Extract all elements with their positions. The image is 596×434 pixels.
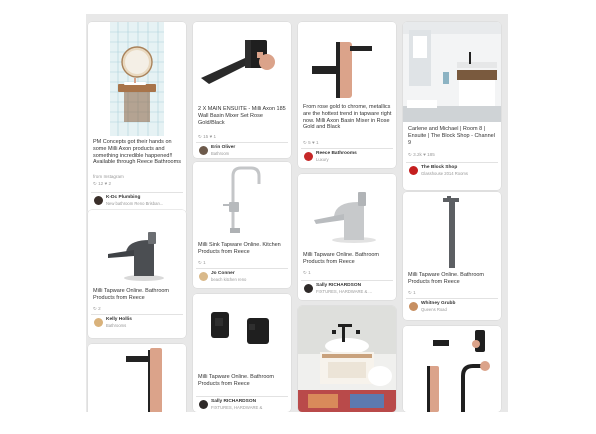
pinner-name[interactable]: Jo Conner xyxy=(211,271,235,276)
pin-card[interactable]: Milli Tapware Online. Bathroom Products … xyxy=(88,210,186,338)
pin-description: Milli Tapware Online. Bathroom Products … xyxy=(198,374,275,387)
pin-source[interactable]: from Instagram xyxy=(93,174,124,179)
pin-description: Milli Tapware Online. Bathroom Products … xyxy=(408,272,485,285)
pin-stats: ↻ 3.2k ♥ 185 xyxy=(408,152,435,157)
pin-card[interactable] xyxy=(403,326,501,412)
pin-image-ensuite-room[interactable] xyxy=(403,22,501,122)
avatar-icon[interactable] xyxy=(199,146,208,155)
board-name[interactable]: Bathrooms xyxy=(106,323,126,328)
pin-stats: ↻ 1 xyxy=(198,260,206,265)
avatar-icon[interactable] xyxy=(304,284,313,293)
board-name[interactable]: Bathroom xyxy=(211,151,229,156)
pinner-name[interactable]: Sally RICHARDSON xyxy=(316,283,361,288)
pin-attribution[interactable]: K-Dc Plumbing New bathroom Reno Brisban.… xyxy=(91,192,183,207)
pinner-name[interactable]: Erin Oliver xyxy=(211,145,235,150)
pin-stats: ↻ 15 ♥ 1 xyxy=(198,134,217,139)
avatar-icon[interactable] xyxy=(94,318,103,327)
pin-stats: ↻ 1 xyxy=(303,270,311,275)
pin-card[interactable]: Milli Sink Tapware Online. Kitchen Produ… xyxy=(193,162,291,288)
pin-attribution[interactable]: Whitney Grubb Queens Road xyxy=(406,298,498,313)
board-name[interactable]: Queens Road xyxy=(421,307,447,312)
pin-attribution[interactable]: Erin Oliver Bathroom xyxy=(196,142,288,157)
pin-image-bathroom-mirror[interactable] xyxy=(88,22,186,136)
pinner-name[interactable]: K-Dc Plumbing xyxy=(106,195,140,200)
avatar-icon[interactable] xyxy=(409,302,418,311)
pin-attribution[interactable]: Kelly Hollis Bathrooms xyxy=(91,314,183,329)
avatar-icon[interactable] xyxy=(199,272,208,281)
avatar-icon[interactable] xyxy=(304,152,313,161)
board-name[interactable]: FIXTURES, HARDWARE & ... xyxy=(316,289,372,294)
pinner-name[interactable]: Reece Bathrooms xyxy=(316,151,357,156)
pin-description: PM Concepts got their hands on some Mill… xyxy=(93,139,181,166)
pin-description: Milli Tapware Online. Bathroom Products … xyxy=(93,288,170,301)
pin-attribution[interactable]: Sally RICHARDSON FIXTURES, HARDWARE & xyxy=(196,396,288,411)
avatar-icon[interactable] xyxy=(199,400,208,409)
pin-description: 2 X MAIN ENSUITE - Milli Axon 185 Wall B… xyxy=(198,106,286,126)
pinner-name[interactable]: Whitney Grubb xyxy=(421,301,455,306)
pin-stats: ↻ 1 xyxy=(408,290,416,295)
pin-description: Carlene and Michael | Room 8 | Ensuite |… xyxy=(408,126,495,146)
pin-image-floor-tap[interactable] xyxy=(403,192,501,268)
pin-card[interactable] xyxy=(88,344,186,412)
pin-attribution[interactable]: Sally RICHARDSON FIXTURES, HARDWARE & ..… xyxy=(301,280,393,295)
pin-stats: ↻ 12 ♥ 2 xyxy=(93,181,112,186)
pin-image-rose-gold-mixer[interactable] xyxy=(298,22,396,102)
pin-stats: ↻ 5 ♥ 1 xyxy=(303,140,319,145)
board-name[interactable]: New bathroom Reno Brisban... xyxy=(106,201,163,206)
avatar-icon[interactable] xyxy=(94,196,103,205)
pin-attribution[interactable]: Reece Bathrooms Luxury xyxy=(301,148,393,163)
pin-attribution[interactable]: The Block Shop Glasshouse 2014 Rooms xyxy=(406,162,498,177)
pinner-name[interactable]: Kelly Hollis xyxy=(106,317,132,322)
board-name[interactable]: Glasshouse 2014 Rooms xyxy=(421,171,468,176)
pin-card[interactable] xyxy=(298,306,396,412)
pin-card[interactable]: Milli Tapware Online. Bathroom Products … xyxy=(298,174,396,300)
pin-card[interactable]: Carlene and Michael | Room 8 | Ensuite |… xyxy=(403,22,501,190)
board-name[interactable]: Luxury xyxy=(316,157,329,162)
board-name[interactable]: beach kitchen reno xyxy=(211,277,246,282)
pin-card[interactable]: 2 X MAIN ENSUITE - Milli Axon 185 Wall B… xyxy=(193,22,291,158)
pin-description: Milli Tapware Online. Bathroom Products … xyxy=(303,252,380,265)
pin-image-black-wall-mixers[interactable] xyxy=(193,294,291,372)
pin-description: From rose gold to chrome, metallics are … xyxy=(303,104,392,131)
pinner-name[interactable]: Sally RICHARDSON xyxy=(211,399,256,404)
pin-board: PM Concepts got their hands on some Mill… xyxy=(86,14,508,412)
pin-image-wall-mixer-set[interactable] xyxy=(193,22,291,102)
pin-image-rose-gold-tapware-set[interactable] xyxy=(403,326,501,412)
pin-card[interactable]: Milli Tapware Online. Bathroom Products … xyxy=(193,294,291,412)
pin-image-chrome-basin-mixer[interactable] xyxy=(298,174,396,250)
pinner-name[interactable]: The Block Shop xyxy=(421,165,457,170)
pin-attribution[interactable]: Jo Conner beach kitchen reno xyxy=(196,268,288,283)
board-name[interactable]: FIXTURES, HARDWARE & xyxy=(211,405,262,410)
pin-card[interactable]: Milli Tapware Online. Bathroom Products … xyxy=(403,192,501,320)
pin-stats: ↻ 2 xyxy=(93,306,101,311)
pin-image-kitchen-sink-mixer[interactable] xyxy=(193,162,291,238)
avatar-icon[interactable] xyxy=(409,166,418,175)
pin-image-gunmetal-basin-mixer[interactable] xyxy=(88,210,186,286)
pin-description: Milli Sink Tapware Online. Kitchen Produ… xyxy=(198,242,281,255)
pin-image-rose-gold-tap[interactable] xyxy=(88,344,186,412)
pin-card[interactable]: PM Concepts got their hands on some Mill… xyxy=(88,22,186,214)
pin-image-vanity-basin[interactable] xyxy=(298,306,396,412)
pin-card[interactable]: From rose gold to chrome, metallics are … xyxy=(298,22,396,168)
